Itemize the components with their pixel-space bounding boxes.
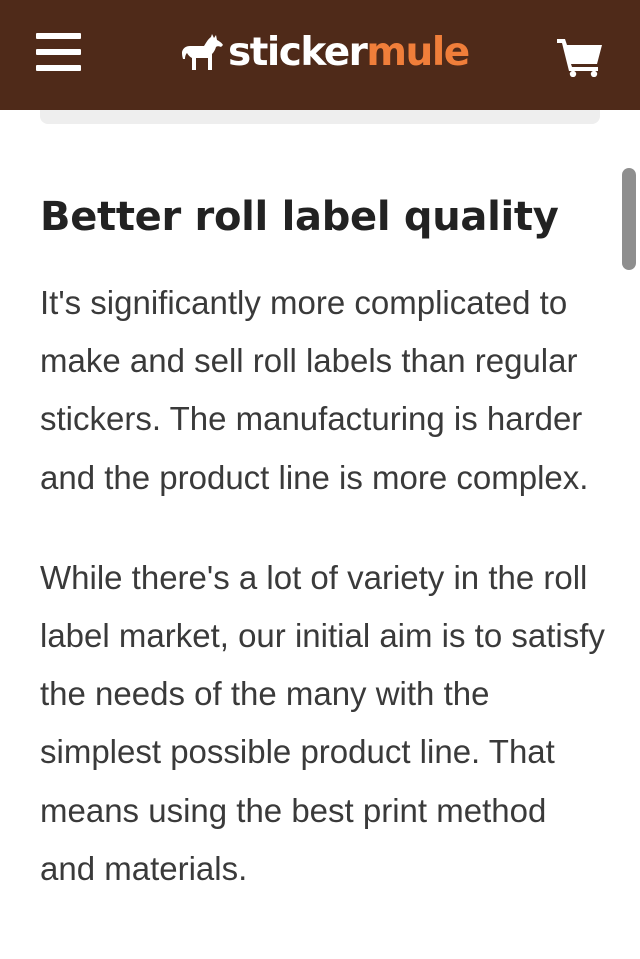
logo-word-sticker: sticker [228,30,368,75]
menu-bar [36,33,81,39]
stickermule-logo[interactable]: stickermule [180,30,470,76]
menu-bar [36,49,81,55]
article-content: Better roll label quality It's significa… [40,188,610,898]
site-header: stickermule [0,0,640,110]
logo-wordmark: stickermule [228,30,470,76]
scrollbar-thumb[interactable] [622,168,636,270]
article-paragraph: While there's a lot of variety in the ro… [40,558,605,887]
hamburger-menu-icon[interactable] [36,33,81,73]
shopping-cart-icon[interactable] [557,37,603,77]
article-heading: Better roll label quality [40,194,559,240]
menu-bar [36,65,81,71]
mule-icon [182,34,223,70]
collapsed-panel-edge [40,110,600,124]
logo-word-mule: mule [366,30,470,75]
article-paragraph: It's significantly more complicated to m… [40,284,589,496]
